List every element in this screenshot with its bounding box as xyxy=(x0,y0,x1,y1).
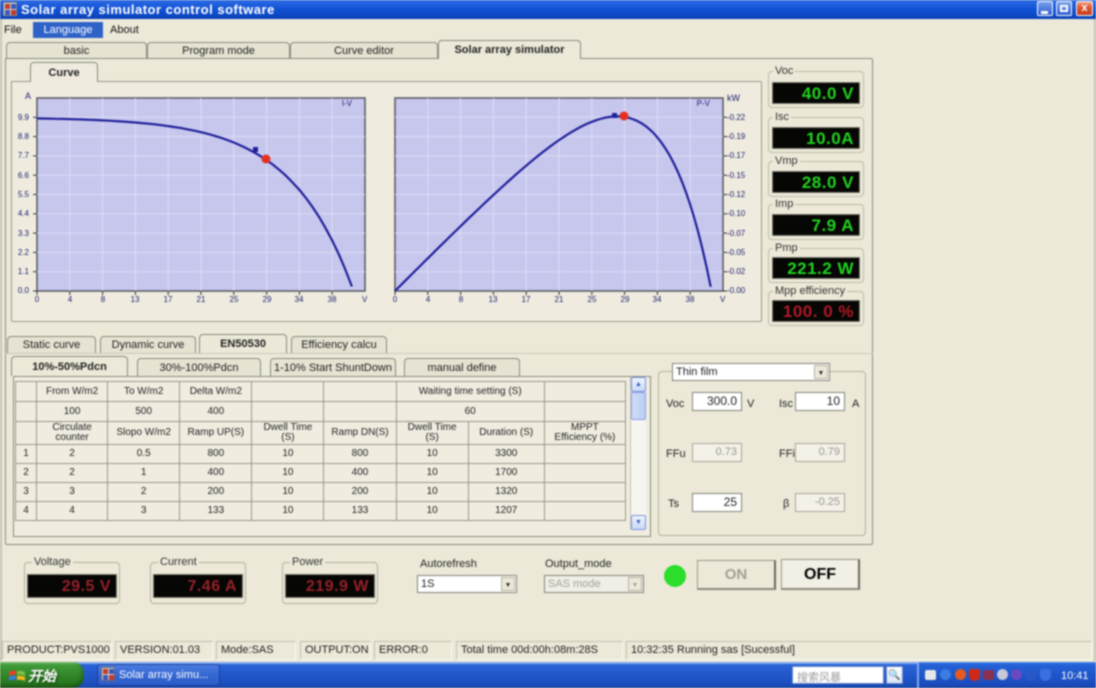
svg-text:P-V: P-V xyxy=(697,99,711,108)
svg-text:I-V: I-V xyxy=(342,99,353,108)
